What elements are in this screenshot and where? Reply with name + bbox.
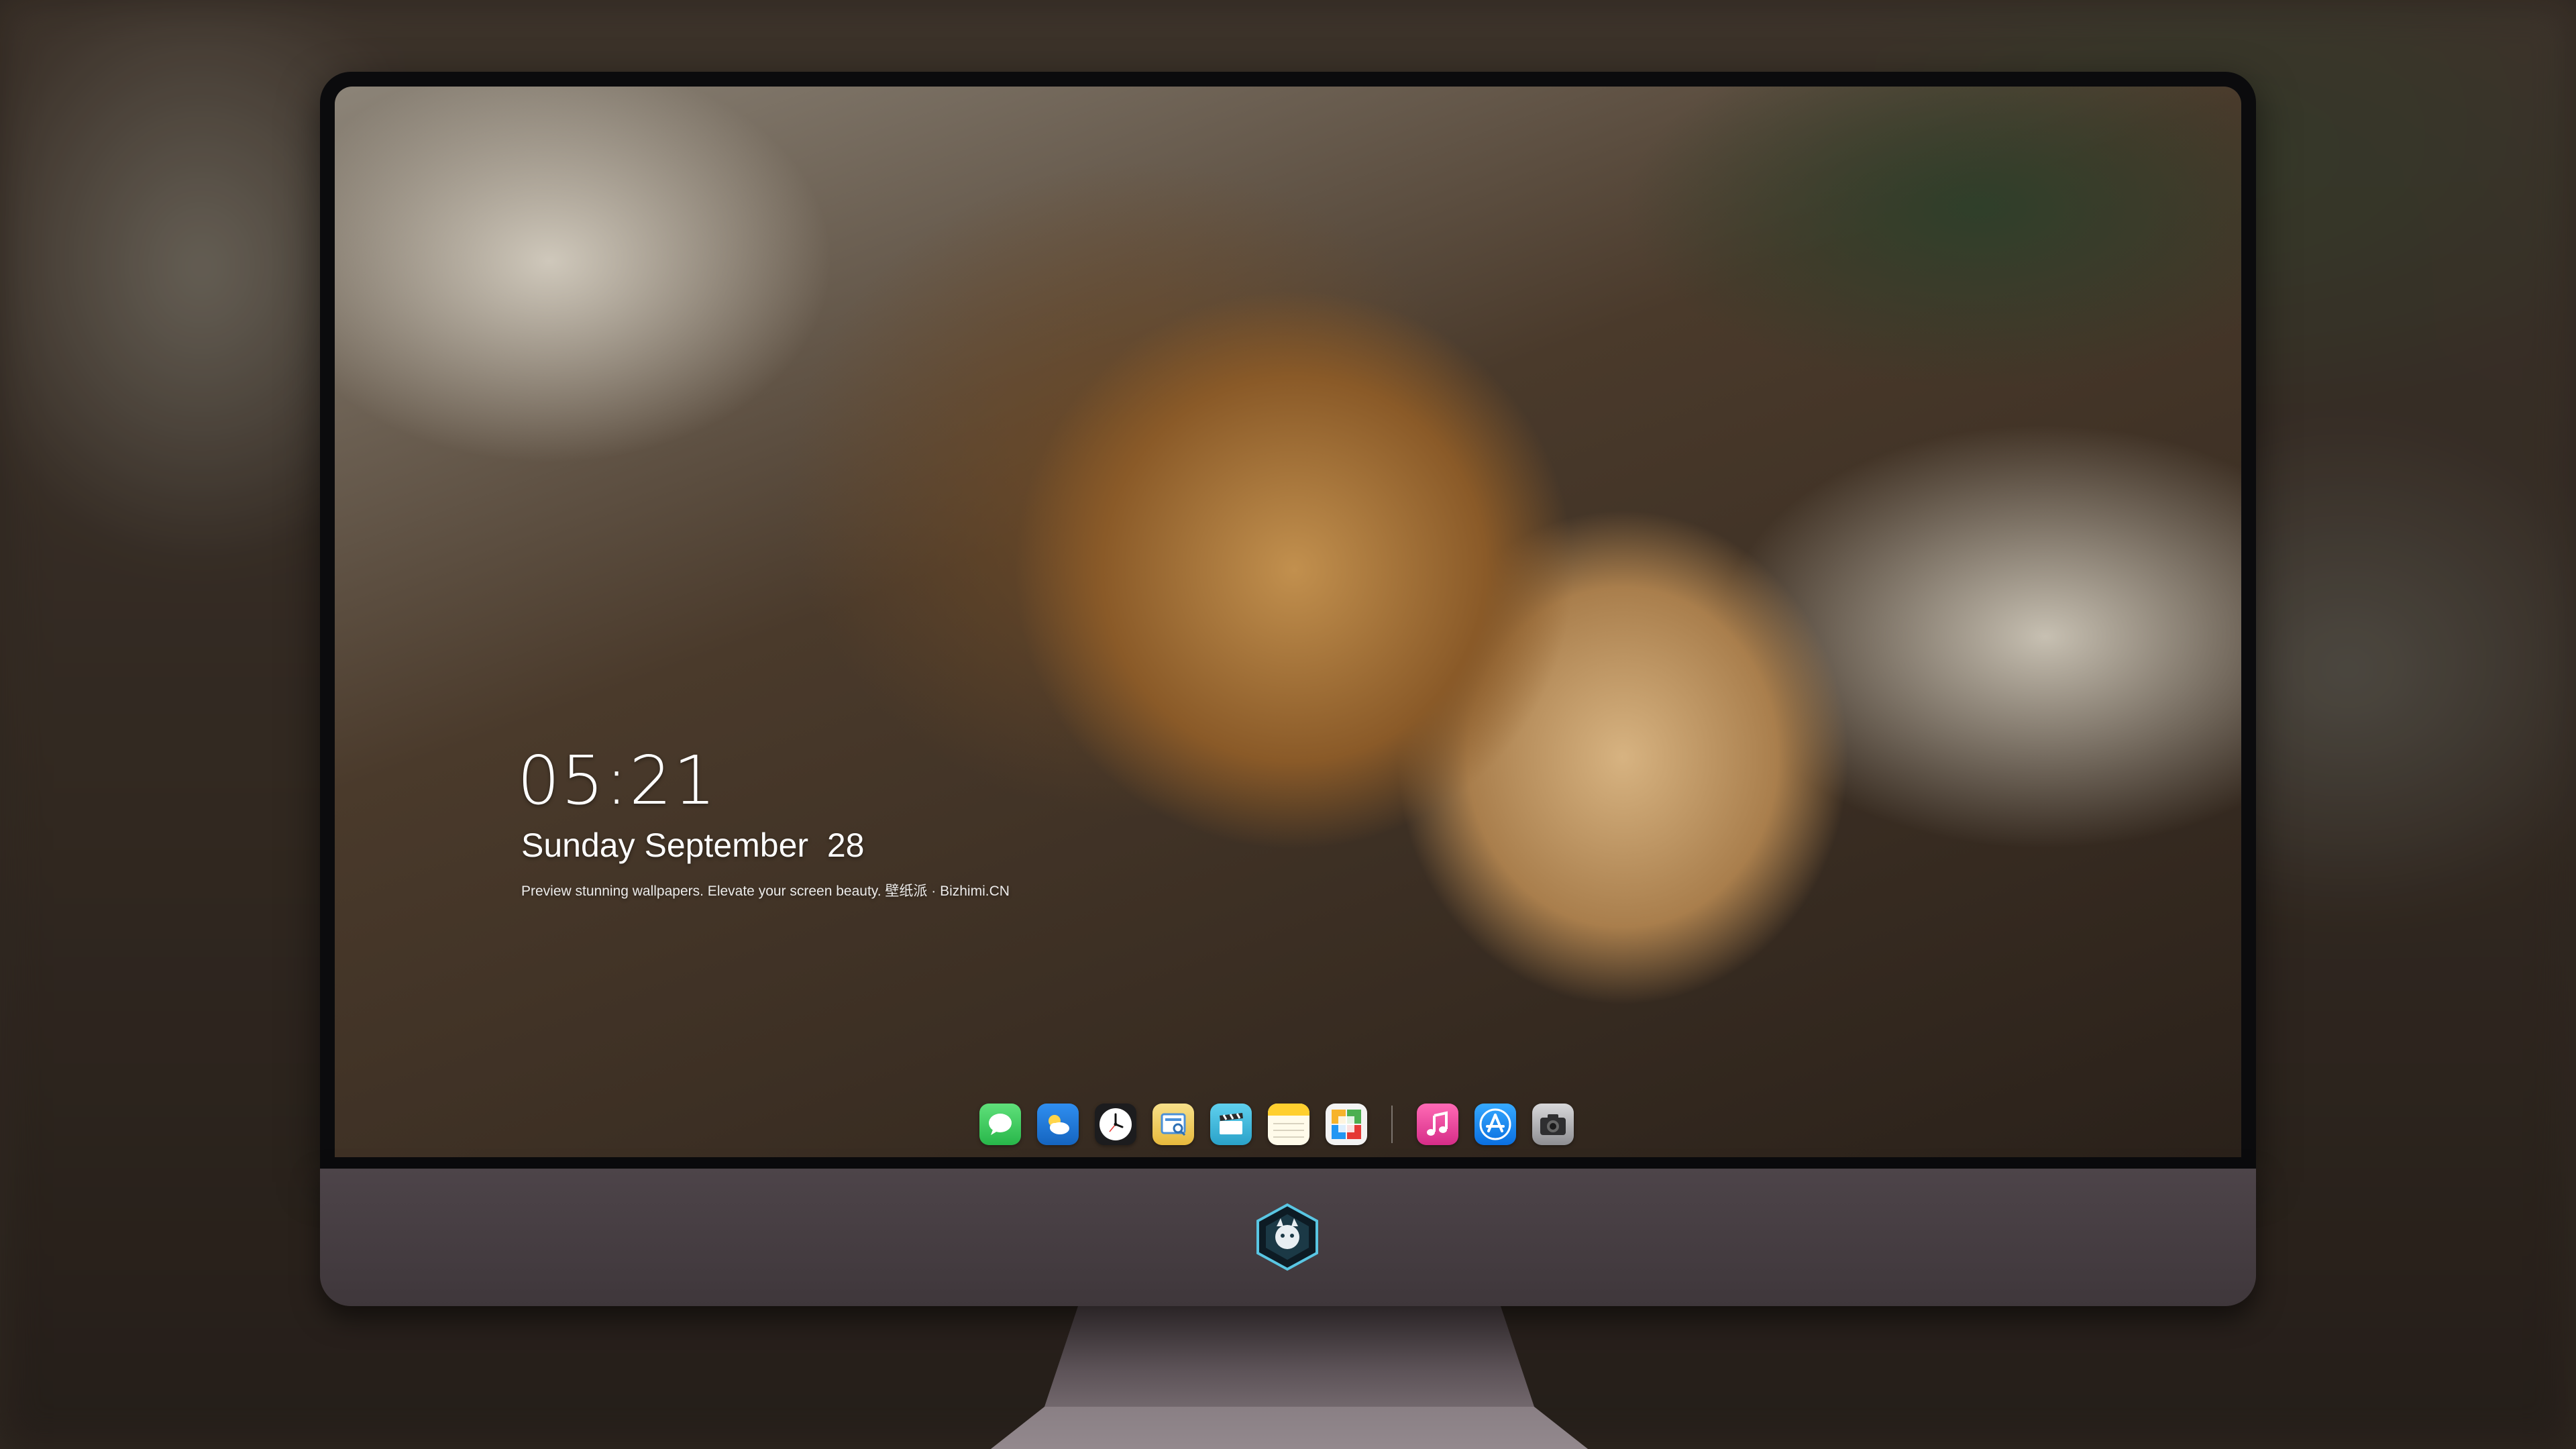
monitor-stand: [991, 1306, 1588, 1449]
messages-icon: [989, 1114, 1012, 1135]
dock: [979, 1098, 1574, 1150]
music-icon: [1427, 1111, 1448, 1136]
dock-app-clips[interactable]: [1210, 1104, 1252, 1145]
notes-icon: [1268, 1104, 1309, 1138]
dock-separator: [1391, 1106, 1393, 1143]
monitor-chin: [320, 1169, 2256, 1306]
dock-app-clock[interactable]: [1095, 1104, 1136, 1145]
lock-screen-clock: 05:21: [517, 741, 718, 820]
clapperboard-icon: [1220, 1113, 1243, 1134]
dock-app-notes[interactable]: [1268, 1104, 1309, 1145]
calendar-icon: [1332, 1110, 1361, 1139]
camera-icon: [1540, 1114, 1566, 1135]
brand-logo-icon: [1256, 1203, 1318, 1271]
dock-app-camera[interactable]: [1532, 1104, 1574, 1145]
dock-app-music[interactable]: [1417, 1104, 1458, 1145]
dock-app-messages[interactable]: [979, 1104, 1021, 1145]
monitor: 05:21 Sunday September 28 Preview stunni…: [320, 72, 2256, 1306]
preview-icon: [1161, 1113, 1186, 1136]
clock-icon: [1099, 1108, 1132, 1140]
lock-screen-wallpaper: 05:21 Sunday September 28 Preview stunni…: [335, 87, 2241, 1157]
lock-screen-info: 05:21 Sunday September 28 Preview stunni…: [517, 741, 1010, 902]
app-store-icon: [1479, 1108, 1511, 1140]
dock-app-calendar[interactable]: [1326, 1104, 1367, 1145]
dock-app-preview[interactable]: [1152, 1104, 1194, 1145]
lock-screen-date: Sunday September 28: [521, 826, 865, 864]
wallpaper-caption: Preview stunning wallpapers. Elevate you…: [521, 883, 1010, 899]
monitor-bezel: 05:21 Sunday September 28 Preview stunni…: [320, 72, 2256, 1169]
weather-icon: [1049, 1115, 1069, 1134]
dock-app-weather[interactable]: [1037, 1104, 1079, 1145]
dock-app-app-store[interactable]: [1474, 1104, 1516, 1145]
